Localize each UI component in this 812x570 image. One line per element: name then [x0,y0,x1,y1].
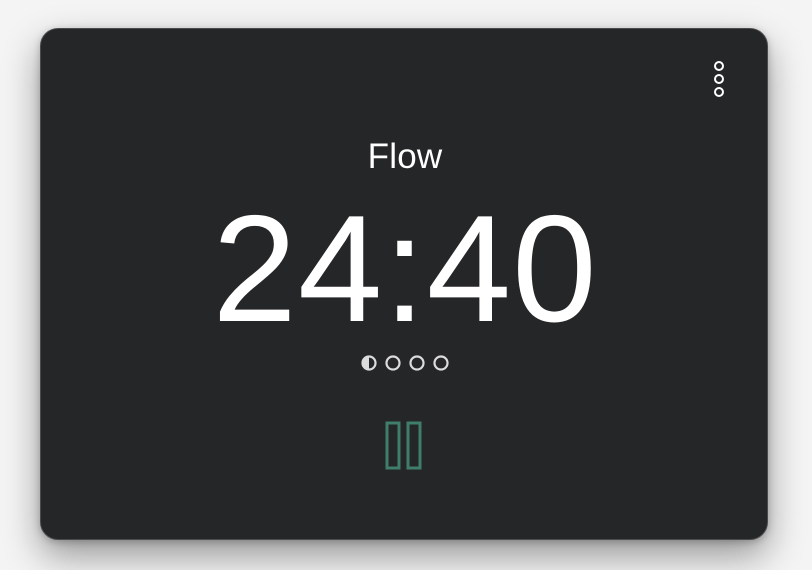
session-indicators [361,355,449,371]
session-label: Flow [367,137,443,176]
session-indicator [433,355,449,371]
session-progress [357,352,453,374]
timer-window: Flow 24:40 [40,28,768,540]
session-indicator [361,355,377,371]
session-indicator [385,355,401,371]
more-vertical-icon [714,61,724,97]
more-options-button[interactable] [707,59,731,99]
pause-icon [385,421,422,470]
pause-button[interactable] [383,420,427,472]
session-indicator [409,355,425,371]
timer-display: 24:40 [212,184,598,354]
